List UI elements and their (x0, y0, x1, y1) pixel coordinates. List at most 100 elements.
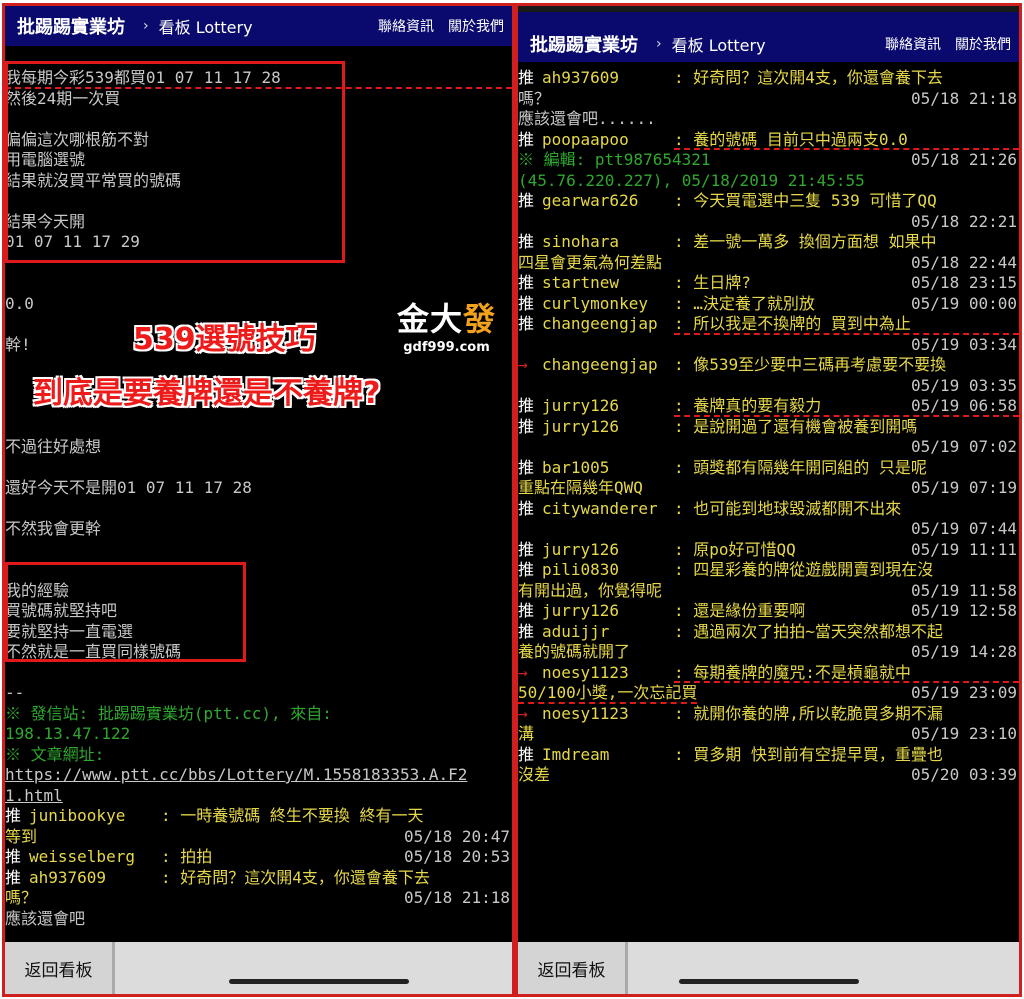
push-comment: 推 bar1005: 頭獎都有隔幾年開同組的 只是呢 (518, 458, 1019, 479)
push-tag: 推 (518, 191, 535, 210)
push-comment: 推 Imdream: 買多期 快到前有空提早買，重疊也 (518, 745, 1019, 766)
push-tag: 推 (5, 867, 22, 887)
push-user-id[interactable]: jurry126 (542, 601, 674, 622)
push-user-id[interactable]: jurry126 (542, 396, 674, 417)
push-user-id[interactable]: weisselberg (29, 847, 161, 868)
article-url-link[interactable]: 1.html (5, 786, 512, 807)
push-time: 05/18 20:47 (404, 826, 510, 846)
push-tag: 推 (518, 560, 535, 579)
push-time: 05/19 23:10 (911, 724, 1017, 743)
edit-note-text: (45.76.220.227), 05/18/2019 21:45:55 (518, 170, 865, 190)
push-wrap-line: 等到 05/18 20:47 (5, 827, 512, 848)
push-user-id[interactable]: startnew (542, 273, 674, 294)
push-message: : 像539至少要中三碼再考慮要不要換 (674, 355, 947, 374)
push-comment: 推 junibookye: 一時養號碼 終生不要換 終有一天 (5, 806, 512, 827)
arrow-tag: → (518, 662, 528, 682)
push-message: : 就開你養的牌,所以乾脆買多期不漏 (674, 703, 943, 723)
push-wrap-line: 嗎？ 05/18 21:18 (5, 888, 512, 909)
article-line: 不過往好處想 (5, 437, 102, 456)
push-user-id[interactable]: changeengjap (542, 314, 674, 335)
push-user-id[interactable]: junibookye (29, 806, 161, 827)
article-line (5, 560, 512, 581)
push-user-id[interactable]: gearwar626 (542, 191, 674, 212)
edit-note-text: ※ 編輯: ptt987654321 (518, 150, 711, 169)
push-message: : 好奇問？這次開4支，你還會養下去 (161, 867, 430, 887)
contact-link[interactable]: 聯絡資訊 (378, 16, 434, 36)
push-tag: 推 (518, 416, 535, 436)
push-message: : 遇過兩次了拍拍~當天突然都想不起 (674, 621, 943, 641)
push-comment: 推 ah937609: 好奇問？這次開4支，你還會養下去 (518, 68, 1019, 89)
contact-link[interactable]: 聯絡資訊 (885, 34, 941, 54)
site-brand[interactable]: 批踢踢實業坊 (518, 31, 638, 57)
push-tag: 推 (518, 273, 535, 292)
about-link[interactable]: 關於我們 (448, 16, 504, 36)
arrow-tag: → (518, 355, 528, 374)
article-line: 不然我會更幹 (5, 519, 102, 538)
push-wrap-line: 養的號碼就開了 05/19 14:28 (518, 642, 1019, 663)
push-user-id[interactable]: noesy1123 (542, 663, 674, 684)
push-comment: 推 jurry126: 還是緣份重要啊 05/19 12:58 (518, 601, 1019, 622)
home-indicator[interactable] (678, 979, 859, 984)
article-line: 要就堅持一直電選 (5, 621, 134, 641)
push-user-id[interactable]: ah937609 (29, 868, 161, 889)
push-message: : 養的號碼 目前只中過兩支0.0 (674, 130, 1019, 150)
push-time: 05/19 23:09 (911, 683, 1017, 702)
push-wrap-line: 有開出過，你覺得呢 05/19 11:58 (518, 581, 1019, 602)
push-user-id[interactable]: curlymonkey (542, 294, 674, 315)
push-message-cont: 重點在隔幾年QWQ (518, 478, 643, 497)
push-message-cont: 沒差 (518, 765, 551, 784)
push-user-id[interactable]: bar1005 (542, 458, 674, 479)
push-user-id[interactable]: ah937609 (542, 68, 674, 89)
about-link[interactable]: 關於我們 (955, 34, 1011, 54)
push-user-id[interactable]: Imdream (542, 745, 674, 766)
reply-text: 應該還會吧...... (518, 109, 656, 128)
push-message-cont: 四星會更氣為何差點 (518, 252, 663, 272)
push-message-cont: 溝 (518, 724, 535, 743)
bottom-bar: 返回看板 (5, 942, 512, 994)
push-tag: 推 (518, 539, 535, 559)
push-tag: 推 (518, 498, 535, 518)
push-message-cont: 養的號碼就開了 (518, 642, 631, 661)
push-tag: 推 (518, 293, 535, 313)
push-user-id[interactable]: aduijjr (542, 622, 674, 643)
push-user-id[interactable]: sinohara (542, 232, 674, 253)
push-tag: 推 (518, 129, 535, 149)
push-tag: 推 (5, 847, 22, 866)
push-comment: 推 poopaapoo: 養的號碼 目前只中過兩支0.0 (518, 129, 1019, 151)
article-line: 不然就是一直買同樣號碼 (5, 642, 182, 661)
right-screen: 批踢踢實業坊 › 看板 Lottery 聯絡資訊 關於我們 推 ah937609:… (515, 3, 1022, 997)
push-user-id[interactable]: changeengjap (542, 355, 674, 376)
home-indicator[interactable] (229, 979, 410, 984)
top-bar: 批踢踢實業坊 › 看板 Lottery 聯絡資訊 關於我們 (518, 6, 1019, 62)
push-tag: 推 (5, 806, 22, 825)
push-time: 05/20 03:39 (911, 765, 1017, 784)
article-line (5, 663, 512, 684)
push-user-id[interactable]: jurry126 (542, 417, 674, 438)
push-message: : 是說開過了還有機會被養到開嗎 (674, 416, 918, 436)
push-time: 05/18 22:44 (911, 252, 1017, 272)
signature-line: ※ 文章網址: (5, 744, 105, 764)
push-message: : 差一號一萬多 換個方面想 如果中 (674, 232, 937, 251)
push-tag: 推 (518, 457, 535, 477)
push-user-id[interactable]: citywanderer (542, 499, 674, 520)
push-comment: → noesy1123: 就開你養的牌,所以乾脆買多期不漏 (518, 704, 1019, 725)
back-to-board-button[interactable]: 返回看板 (5, 942, 115, 994)
push-user-id[interactable]: noesy1123 (542, 704, 674, 725)
breadcrumb-separator: › (143, 18, 149, 34)
push-wrap-line: 四星會更氣為何差點 05/18 22:44 (518, 253, 1019, 274)
article-line: -- (5, 683, 25, 702)
push-message-cont: 等到 (5, 826, 38, 846)
push-user-id[interactable]: jurry126 (542, 540, 674, 561)
board-breadcrumb[interactable]: 看板 Lottery (672, 32, 766, 56)
push-message: : 四星彩養的牌從遊戲開賣到現在沒 (674, 560, 934, 579)
push-user-id[interactable]: pili0830 (542, 560, 674, 581)
push-wrap-line: 重點在隔幾年QWQ 05/19 07:19 (518, 478, 1019, 499)
board-breadcrumb[interactable]: 看板 Lottery (159, 14, 253, 38)
site-brand[interactable]: 批踢踢實業坊 (5, 13, 125, 39)
article-url-link[interactable]: https://www.ptt.cc/bbs/Lottery/M.1558183… (5, 765, 512, 786)
back-to-board-button[interactable]: 返回看板 (518, 942, 628, 994)
push-message: : 每期養牌的魔咒:不是槓龜就中 (674, 663, 1019, 683)
article-line: 01 07 11 17 29 (5, 232, 140, 251)
push-time: 05/19 07:02 (911, 437, 1017, 456)
push-user-id[interactable]: poopaapoo (542, 130, 674, 151)
